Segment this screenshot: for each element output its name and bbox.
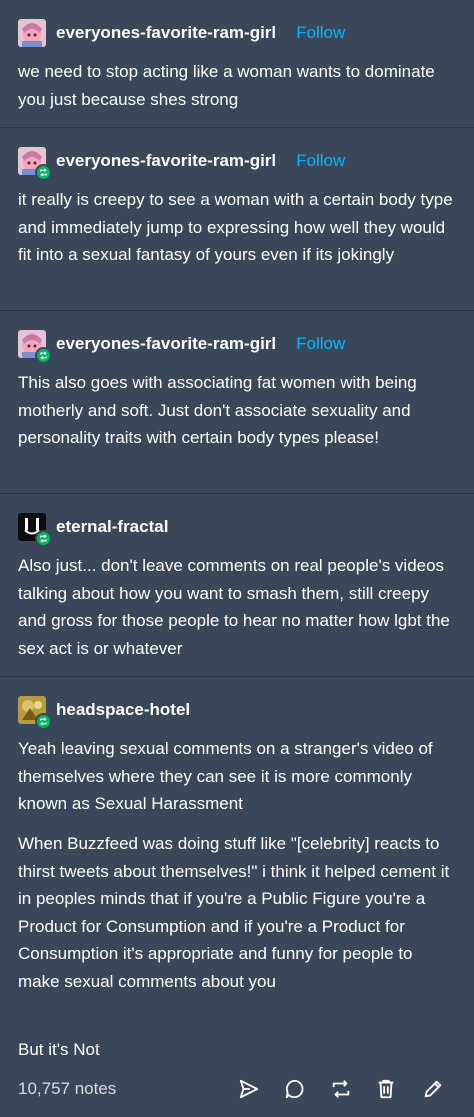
avatar[interactable] [18,696,52,730]
edit-icon[interactable] [420,1076,446,1102]
post-header: everyones-favorite-ram-girl Follow [18,328,345,364]
post-text: Also just... don't leave comments on rea… [18,556,450,658]
post-paragraph: But it's Not [18,1040,100,1059]
follow-button[interactable]: Follow [296,23,345,43]
username[interactable]: eternal-fractal [56,517,168,537]
post-3: everyones-favorite-ram-girl Follow This … [0,311,474,494]
post-4: eternal-fractal Also just... don't leave… [0,494,474,677]
username[interactable]: everyones-favorite-ram-girl [56,23,276,43]
avatar[interactable] [18,513,52,547]
avatar[interactable] [18,19,46,47]
username[interactable]: everyones-favorite-ram-girl [56,334,276,354]
post-header: everyones-favorite-ram-girl Follow [18,145,345,181]
post-text: it really is creepy to see a woman with … [18,190,453,264]
follow-button[interactable]: Follow [296,151,345,171]
post-2: everyones-favorite-ram-girl Follow it re… [0,128,474,311]
post-header: headspace-hotel [18,694,190,730]
follow-button[interactable]: Follow [296,334,345,354]
username[interactable]: everyones-favorite-ram-girl [56,151,276,171]
reply-icon[interactable] [282,1076,308,1102]
avatar[interactable] [18,330,52,364]
delete-icon[interactable] [373,1076,399,1102]
post-paragraph: Yeah leaving sexual comments on a strang… [18,739,433,813]
reblog-badge-icon [35,530,52,547]
avatar-image [18,19,46,47]
post-text: This also goes with associating fat wome… [18,373,417,447]
reblog-badge-icon [35,164,52,181]
post-footer: 10,757 notes [0,1066,474,1112]
share-icon[interactable] [236,1076,262,1102]
reblog-icon[interactable] [328,1076,354,1102]
post-text: we need to stop acting like a woman want… [18,62,435,109]
notes-count[interactable]: 10,757 notes [18,1079,116,1099]
post-1: everyones-favorite-ram-girl Follow we ne… [0,0,474,128]
post-paragraph: When Buzzfeed was doing stuff like "[cel… [18,834,450,991]
post-header: eternal-fractal [18,511,168,547]
reblog-badge-icon [35,347,52,364]
reblog-badge-icon [35,713,52,730]
username[interactable]: headspace-hotel [56,700,190,720]
post-5: headspace-hotel Yeah leaving sexual comm… [0,677,474,1067]
post-header: everyones-favorite-ram-girl Follow [18,17,345,49]
avatar[interactable] [18,147,52,181]
